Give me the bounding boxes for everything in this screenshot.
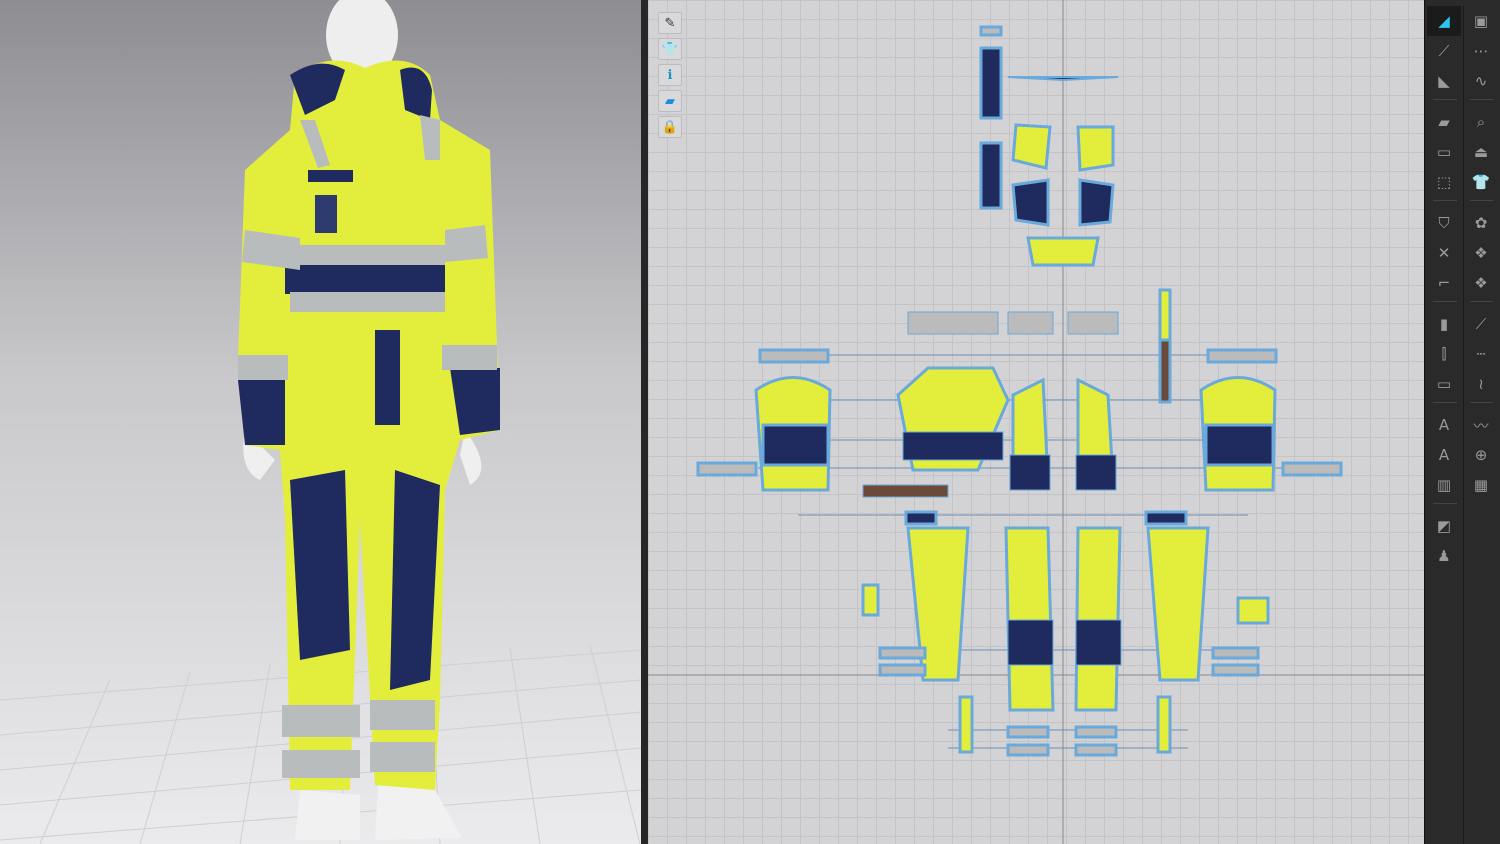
3d-viewport[interactable] — [0, 0, 641, 844]
elastic-icon[interactable]: ≀ — [1464, 369, 1498, 399]
segment-sewing-icon[interactable]: ⋯ — [1464, 36, 1498, 66]
steam-iron-icon[interactable]: ⏏ — [1464, 137, 1498, 167]
grain-line-icon[interactable]: ▥ — [1427, 470, 1461, 500]
trim-icon[interactable]: ▦ — [1464, 470, 1498, 500]
2d-pattern-viewport[interactable]: ✎ 👕 ℹ ▰ 🔒 — [648, 0, 1424, 844]
zipper-icon[interactable]: ▮ — [1427, 309, 1461, 339]
toolbar-separator — [1433, 301, 1457, 309]
internal-polygon-icon[interactable]: ▭ — [1427, 137, 1461, 167]
edit-pattern-icon[interactable]: ⟋ — [1427, 36, 1461, 66]
toolbar-separator — [1433, 503, 1457, 511]
toolbar-column-left: ◢ ⟋ ◣ ▰ ▭ ⬚ ⛉ ✕ ⌐ ▮ ⫿ ▭ A A ▥ ◩ ♟ — [1427, 6, 1463, 571]
edit-sewing-icon[interactable]: ▣ — [1464, 6, 1498, 36]
add-trim-icon[interactable]: ⊕ — [1464, 440, 1498, 470]
view-tools: ✎ 👕 ℹ ▰ 🔒 — [658, 12, 682, 138]
lock-garment-icon[interactable]: 🔒 — [658, 116, 682, 138]
avatar-garment-scene — [0, 0, 641, 844]
toolbar-separator — [1433, 402, 1457, 410]
toolbar-separator — [1470, 99, 1493, 107]
pattern-canvas — [648, 0, 1424, 844]
fabric-layer-icon[interactable]: ◩ — [1427, 511, 1461, 541]
edit-graphic-icon[interactable]: ❖ — [1464, 238, 1498, 268]
free-sewing-icon[interactable]: ∿ — [1464, 66, 1498, 96]
text-annotation-icon[interactable]: A — [1427, 410, 1461, 440]
text-icon[interactable]: A — [1427, 440, 1461, 470]
pattern-pieces — [696, 25, 1343, 757]
toolbar-column-right: ▣ ⋯ ∿ ⌕ ⏏ 👕 ✿ ❖ ❖ ⟋ ┄ ≀ 〰 ⊕ ▦ — [1463, 6, 1499, 844]
button-icon[interactable]: ⫿ — [1427, 339, 1461, 369]
cut-pattern-icon[interactable]: ✕ — [1427, 238, 1461, 268]
show-garment-icon[interactable]: 👕 — [658, 38, 682, 60]
show-pattern-needle-icon[interactable]: ✎ — [658, 12, 682, 34]
pattern-toolbar: ◢ ⟋ ◣ ▰ ▭ ⬚ ⛉ ✕ ⌐ ▮ ⫿ ▭ A A ▥ ◩ ♟ ▣ ⋯ ∿ ⌕ ⏏ 👕 ✿ ❖ ❖ ⟋ ┄ ≀ 〰 ⊕ ▦ — [1424, 0, 1500, 844]
fold-arrangement-icon[interactable]: ⌐ — [1427, 268, 1461, 298]
check-sewing-icon[interactable]: ⌕ — [1464, 107, 1498, 137]
toolbar-separator — [1433, 200, 1457, 208]
show-fabric-icon[interactable]: ▰ — [658, 90, 682, 112]
edit-topstitch-icon[interactable]: ⟋ — [1464, 309, 1498, 339]
puckering-icon[interactable]: 〰 — [1464, 410, 1498, 440]
toolbar-separator — [1470, 200, 1493, 208]
trace-icon[interactable]: ⛉ — [1427, 208, 1461, 238]
graphic-icon[interactable]: ❖ — [1464, 268, 1498, 298]
create-offset-icon[interactable]: ⬚ — [1427, 167, 1461, 197]
window-divider[interactable] — [641, 0, 648, 844]
info-icon[interactable]: ℹ — [658, 64, 682, 86]
toolbar-separator — [1433, 99, 1457, 107]
rectangle-icon[interactable]: ▰ — [1427, 107, 1461, 137]
select-garment-icon[interactable]: 👕 — [1464, 167, 1498, 197]
measure-icon[interactable]: ▭ — [1427, 369, 1461, 399]
coverall — [238, 60, 500, 791]
edit-texture-icon[interactable]: ✿ — [1464, 208, 1498, 238]
toolbar-separator — [1470, 301, 1493, 309]
polygon-icon[interactable]: ◣ — [1427, 66, 1461, 96]
transform-pattern-icon[interactable]: ◢ — [1427, 6, 1461, 36]
avatar-pose-icon[interactable]: ♟ — [1427, 541, 1461, 571]
toolbar-separator — [1470, 402, 1493, 410]
topstitch-icon[interactable]: ┄ — [1464, 339, 1498, 369]
